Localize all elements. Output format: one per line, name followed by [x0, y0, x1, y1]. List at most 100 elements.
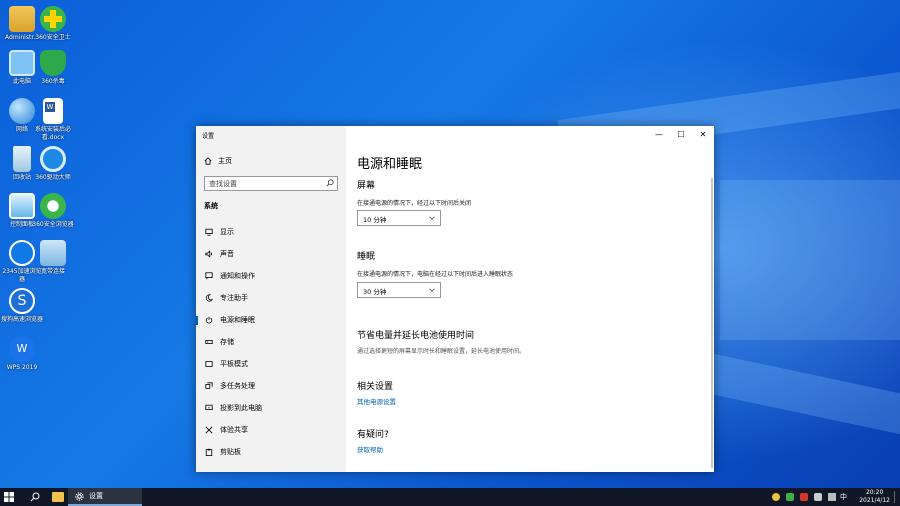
sidebar-item-focus-assist[interactable]: 专注助手 [196, 287, 346, 309]
clock-time: 20:20 [865, 489, 884, 496]
sidebar-item-clipboard[interactable]: 剪贴板 [196, 441, 346, 463]
search-icon [326, 179, 334, 187]
get-help-link[interactable]: 获取帮助 [357, 444, 383, 454]
show-desktop-button[interactable] [894, 491, 898, 503]
sidebar-item-label: 剪贴板 [220, 448, 241, 456]
broadband-connection-icon [40, 240, 66, 266]
desktop-icon-360-antivirus[interactable]: 360杀毒 [31, 50, 75, 86]
sidebar-item-storage[interactable]: 存储 [196, 331, 346, 353]
clipboard-icon [205, 448, 213, 456]
search-input[interactable]: 查找设置 [204, 176, 338, 191]
tray-app-icon[interactable] [800, 493, 808, 501]
network-icon[interactable] [814, 493, 822, 501]
sleep-timeout-value: 30 分钟 [363, 288, 387, 296]
shield-icon [40, 50, 66, 76]
sidebar-item-label: 体验共享 [220, 426, 248, 434]
screen-timeout-dropdown[interactable]: 10 分钟 [357, 210, 441, 226]
section-heading-help: 有疑问? [357, 430, 389, 440]
sogou-browser-icon: S [9, 288, 35, 314]
sidebar-item-label: 投影到此电脑 [220, 404, 262, 412]
close-button[interactable]: ✕ [692, 126, 714, 142]
sleep-description: 在接通电源的情况下，电脑在经过以下时间后进入睡眠状态 [357, 271, 514, 278]
desktop-icon-360-browser[interactable]: 360安全浏览器 [31, 193, 75, 229]
monitor-icon [205, 228, 213, 236]
chevron-down-icon [429, 216, 435, 220]
section-heading-sleep: 睡眠 [357, 252, 376, 262]
sidebar-item-label: 存储 [220, 338, 234, 346]
clock-date: 2021/4/12 [859, 497, 890, 504]
section-heading-related: 相关设置 [357, 382, 394, 392]
gear-icon [75, 491, 84, 501]
sidebar-item-multitasking[interactable]: 多任务处理 [196, 375, 346, 397]
screen-timeout-value: 10 分钟 [363, 216, 387, 224]
360-security-icon [40, 6, 66, 32]
scrollbar[interactable] [711, 178, 713, 468]
sleep-timeout-dropdown[interactable]: 30 分钟 [357, 282, 441, 298]
power-icon [205, 316, 213, 324]
sidebar-item-label: 平板模式 [220, 360, 248, 368]
section-heading-battery: 节省电量并延长电池使用时间 [357, 331, 475, 341]
sidebar-item-project[interactable]: 投影到此电脑 [196, 397, 346, 419]
home-nav[interactable]: 主页 [204, 156, 232, 166]
speaker-icon [205, 250, 212, 258]
taskbar-settings-app[interactable]: 设置 [68, 488, 142, 506]
minimize-button[interactable]: — [648, 126, 670, 142]
driver-master-icon [40, 146, 66, 172]
maximize-button[interactable]: ☐ [670, 126, 692, 142]
group-label-system: 系统 [204, 202, 218, 210]
sidebar-item-shared-experiences[interactable]: 体验共享 [196, 419, 346, 441]
desktop-icon-wps[interactable]: W WPS 2019 [0, 336, 44, 372]
sidebar-item-tablet[interactable]: 平板模式 [196, 353, 346, 375]
tablet-icon [205, 361, 213, 367]
360-browser-icon [40, 193, 66, 219]
desktop-icon-360-driver[interactable]: 360驱动大师 [31, 146, 75, 182]
file-explorer-icon[interactable] [52, 492, 64, 502]
additional-power-settings-link[interactable]: 其他电源设置 [357, 396, 396, 406]
sidebar-item-label: 专注助手 [220, 294, 248, 302]
sidebar-item-display[interactable]: 显示 [196, 221, 346, 243]
desktop-icon-docx[interactable]: W 系统安装后必看.docx [31, 98, 75, 142]
chevron-down-icon [429, 288, 435, 292]
sidebar-item-notifications[interactable]: 通知和操作 [196, 265, 346, 287]
taskbar: 设置 中 20:20 2021/4/12 [0, 488, 900, 506]
storage-icon [205, 340, 213, 344]
volume-icon[interactable] [828, 493, 836, 501]
taskbar-settings-label: 设置 [89, 492, 103, 500]
desktop-icon-sogou-browser[interactable]: S 搜狗高速浏览器 [0, 288, 44, 324]
notification-icon [205, 272, 213, 280]
tray-security-icon[interactable] [786, 493, 794, 501]
battery-description: 通过选择更短的屏幕显示时长和睡眠设置，延长电池使用时间。 [357, 348, 526, 355]
wps-icon: W [9, 336, 35, 362]
sidebar-item-label: 显示 [220, 228, 234, 236]
screen-description: 在接通电源的情况下，经过以下时间后关闭 [357, 200, 472, 207]
sidebar-item-label: 声音 [220, 250, 234, 258]
sidebar-item-label: 通知和操作 [220, 272, 255, 280]
windows-start-icon[interactable] [4, 492, 14, 502]
moon-icon [205, 294, 213, 302]
ime-indicator[interactable]: 中 [840, 492, 847, 502]
multitask-icon [205, 382, 213, 389]
recycle-bin-icon [13, 146, 31, 172]
search-placeholder: 查找设置 [209, 180, 237, 188]
sidebar-item-label: 电源和睡眠 [220, 316, 255, 324]
project-icon [205, 404, 213, 410]
word-document-icon: W [43, 98, 63, 124]
tray-app-icon[interactable] [772, 493, 780, 501]
sidebar-item-power-sleep[interactable]: 电源和睡眠 [196, 309, 346, 331]
settings-content: — ☐ ✕ 电源和睡眠 屏幕 在接通电源的情况下，经过以下时间后关闭 10 分钟… [346, 126, 714, 472]
settings-sidebar: 设置 主页 查找设置 系统 显示 声音 通知和操作 专注助手 电源和睡眠 存储 … [196, 126, 346, 472]
window-title: 设置 [202, 133, 215, 140]
sidebar-item-label: 多任务处理 [220, 382, 255, 390]
share-icon [205, 426, 213, 434]
section-heading-screen: 屏幕 [357, 181, 376, 191]
home-icon [204, 157, 212, 165]
clock[interactable]: 20:20 2021/4/12 [859, 489, 890, 505]
desktop-icon-broadband[interactable]: 宽带连接 [31, 240, 75, 276]
page-title: 电源和睡眠 [357, 157, 423, 172]
desktop-icon-360-security[interactable]: 360安全卫士 [31, 6, 75, 42]
home-label: 主页 [218, 157, 232, 165]
search-icon[interactable] [30, 492, 40, 502]
wallpaper-light-panel [720, 180, 900, 340]
sidebar-item-sound[interactable]: 声音 [196, 243, 346, 265]
settings-window: 设置 主页 查找设置 系统 显示 声音 通知和操作 专注助手 电源和睡眠 存储 … [196, 126, 714, 472]
